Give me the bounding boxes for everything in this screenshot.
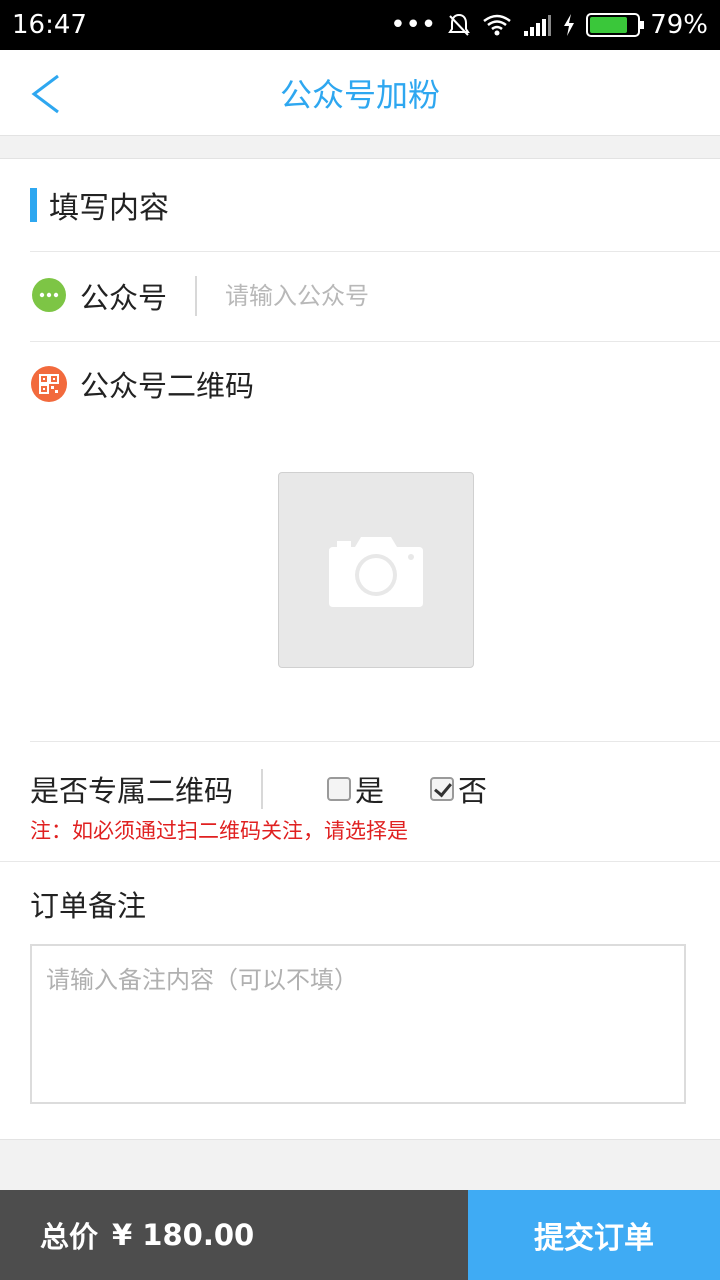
account-label: 公众号 <box>80 281 168 315</box>
option-yes[interactable]: 是 <box>327 768 384 810</box>
total-price: 总价 ¥ 180.00 <box>0 1190 468 1280</box>
divider <box>30 741 720 742</box>
status-time: 16:47 <box>12 10 87 40</box>
submit-order-button[interactable]: 提交订单 <box>468 1190 720 1280</box>
divider <box>30 341 720 342</box>
section-title: 填写内容 <box>49 191 169 226</box>
form-panel: 填写内容 公众号 公众号二维码 <box>0 158 720 1140</box>
exclusive-qr-label: 是否专属二维码 <box>30 774 234 808</box>
yes-checkbox[interactable] <box>327 777 352 801</box>
notification-off-icon <box>448 13 471 36</box>
account-input[interactable] <box>225 282 606 310</box>
qr-code-icon <box>31 366 67 402</box>
status-bar: 16:47 ••• 79% <box>0 0 720 50</box>
qr-upload-button[interactable] <box>278 472 474 668</box>
remark-label: 订单备注 <box>30 889 147 923</box>
divider <box>0 861 720 862</box>
section-accent-bar <box>30 188 37 222</box>
charging-icon <box>564 14 575 36</box>
total-label: 总价 <box>40 1220 99 1254</box>
vertical-separator <box>261 769 264 809</box>
chevron-left-icon <box>31 74 59 114</box>
qr-code-row: 公众号二维码 <box>30 359 254 409</box>
bottom-bar: 总价 ¥ 180.00 提交订单 <box>0 1190 720 1280</box>
signal-icon <box>524 15 552 36</box>
more-dots-icon: ••• <box>390 10 437 40</box>
account-row: 公众号 <box>30 251 720 341</box>
option-no-label: 否 <box>458 774 488 808</box>
exclusive-qr-row: 是否专属二维码 是 否 <box>30 764 533 814</box>
status-icons: ••• 79% <box>390 10 708 40</box>
battery-percent: 79% <box>650 10 708 40</box>
section-header: 填写内容 <box>30 187 169 226</box>
title-bar: 公众号加粉 <box>0 50 720 136</box>
remark-textarea[interactable] <box>30 944 686 1104</box>
no-checkbox[interactable] <box>430 777 455 801</box>
wechat-icon <box>32 278 66 312</box>
total-value: ¥ 180.00 <box>112 1218 255 1252</box>
option-yes-label: 是 <box>355 774 385 808</box>
wifi-icon <box>483 14 511 36</box>
page-title: 公众号加粉 <box>279 75 440 114</box>
vertical-separator <box>195 276 198 316</box>
camera-icon <box>329 537 423 607</box>
battery-icon <box>586 13 645 37</box>
option-no[interactable]: 否 <box>430 768 487 810</box>
back-button[interactable] <box>26 72 66 116</box>
qr-code-label: 公众号二维码 <box>80 369 255 403</box>
exclusive-qr-note: 注：如必须通过扫二维码关注，请选择是 <box>30 819 408 843</box>
